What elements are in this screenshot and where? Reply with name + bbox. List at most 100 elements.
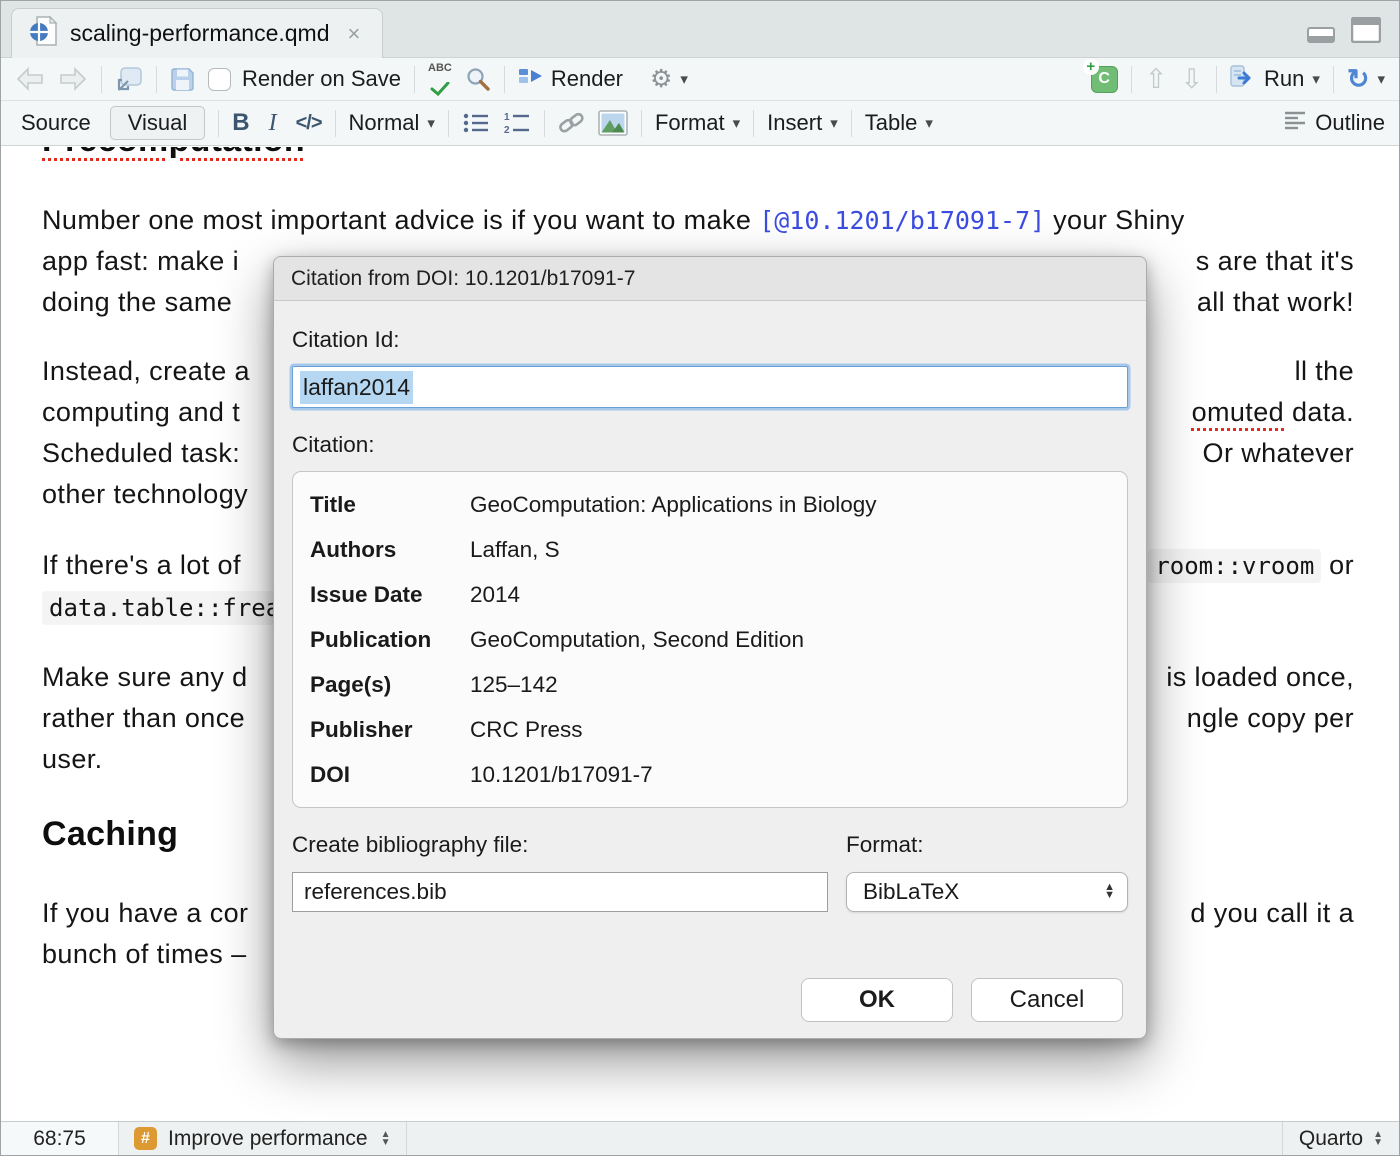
outline-toggle-button[interactable]: Outline	[1283, 110, 1385, 136]
visual-mode-button[interactable]: Visual	[110, 106, 206, 140]
tab-scaling-performance[interactable]: scaling-performance.qmd ×	[11, 8, 383, 58]
bibliography-file-label: Create bibliography file:	[292, 832, 828, 858]
plus-icon: +	[1083, 59, 1099, 75]
citation-id-input[interactable]: laffan2014	[292, 366, 1128, 408]
citation-label: Citation:	[292, 432, 1128, 458]
inline-code: data.table::fread	[42, 591, 302, 625]
maximize-icon[interactable]	[1351, 17, 1381, 48]
section-hash-icon: #	[134, 1127, 157, 1150]
bold-button[interactable]: B	[232, 109, 249, 137]
save-button[interactable]	[170, 67, 195, 92]
chevron-down-icon: ▾	[680, 70, 688, 88]
chevron-down-icon: ▾	[925, 114, 933, 132]
paragraph-line: data.table::fread	[42, 592, 302, 623]
toolbar-divider	[504, 66, 505, 93]
status-bar: 68:75 # Improve performance ▲▼ Quarto ▲▼	[1, 1121, 1399, 1155]
back-button[interactable]	[15, 66, 45, 92]
minimize-icon[interactable]	[1307, 27, 1335, 48]
main-toolbar: Render on Save ABC Render ⚙	[1, 58, 1399, 101]
toolbar-divider	[753, 110, 754, 137]
render-options-button[interactable]: ⚙ ▾	[650, 67, 688, 92]
source-mode-button[interactable]: Source	[15, 107, 97, 139]
citation-details-panel: Title GeoComputation: Applications in Bi…	[292, 471, 1128, 808]
outline-icon	[1283, 110, 1307, 136]
numbered-list-button[interactable]: 1 2	[503, 111, 531, 135]
toolbar-divider	[641, 110, 642, 137]
rerun-icon: ↻	[1347, 66, 1370, 93]
chevron-down-icon: ▾	[733, 114, 741, 132]
toolbar-divider	[544, 110, 545, 137]
quarto-file-icon	[28, 15, 58, 52]
table-menu[interactable]: Table ▾	[865, 110, 933, 136]
code-button[interactable]: </>	[296, 112, 322, 135]
editor-mode-selector[interactable]: Quarto ▲▼	[1282, 1122, 1399, 1155]
run-next-chunk-button[interactable]: ⇩	[1180, 66, 1203, 93]
heading-precomputation: Precomputation	[42, 147, 305, 160]
insert-chunk-button[interactable]: C +	[1091, 66, 1118, 93]
selected-text: laffan2014	[300, 371, 413, 404]
run-previous-chunks-button[interactable]: ⇧	[1145, 66, 1168, 93]
chevron-down-icon: ▾	[1377, 70, 1385, 88]
spellcheck-icon[interactable]: ABC	[428, 63, 452, 96]
forward-button[interactable]	[58, 66, 88, 92]
run-button[interactable]: Run ▾	[1230, 64, 1320, 94]
render-button[interactable]: Render	[518, 65, 623, 94]
bullet-list-button[interactable]	[462, 111, 490, 135]
dialog-title: Citation from DOI: 10.1201/b17091-7	[291, 267, 635, 291]
toolbar-divider	[1333, 66, 1334, 93]
format-label: Format:	[846, 832, 1128, 858]
inline-code: room::vroom	[1148, 549, 1321, 583]
heading-caching: Caching	[42, 815, 178, 854]
chevron-down-icon: ▾	[1312, 70, 1320, 88]
tab-close-icon[interactable]: ×	[348, 21, 361, 47]
svg-text:2: 2	[504, 125, 510, 135]
render-on-save-label: Render on Save	[242, 66, 401, 92]
paragraph-style-select[interactable]: Normal ▾	[349, 110, 435, 136]
toolbar-divider	[414, 66, 415, 93]
citation-field-row: Title GeoComputation: Applications in Bi…	[310, 482, 1110, 527]
up-down-arrows-icon: ▲▼	[381, 1131, 391, 1145]
format-menu[interactable]: Format ▾	[655, 110, 740, 136]
italic-button[interactable]: I	[269, 110, 277, 137]
citation-field-row: Publisher CRC Press	[310, 707, 1110, 752]
format-select[interactable]: BibLaTeX ▲▼	[846, 872, 1128, 912]
citation-link[interactable]: [@10.1201/b17091-7]	[759, 206, 1045, 235]
svg-text:1: 1	[504, 112, 510, 123]
section-label: Improve performance	[168, 1127, 368, 1151]
paragraph-line: other technology	[42, 479, 248, 510]
toolbar-divider	[851, 110, 852, 137]
section-selector[interactable]: # Improve performance ▲▼	[119, 1122, 407, 1155]
dialog-body: Citation Id: laffan2014 Citation: Title …	[274, 301, 1146, 1039]
chevron-down-icon: ▾	[830, 114, 838, 132]
toolbar-divider	[1216, 66, 1217, 93]
citation-field-row: Authors Laffan, S	[310, 527, 1110, 572]
rerun-button[interactable]: ↻ ▾	[1347, 66, 1385, 93]
bibliography-file-input[interactable]: references.bib	[292, 872, 828, 912]
insert-menu[interactable]: Insert ▾	[767, 110, 838, 136]
link-button[interactable]	[558, 111, 585, 136]
open-in-new-window-button[interactable]	[115, 66, 143, 92]
render-icon	[518, 65, 543, 94]
paragraph-line: user.	[42, 744, 103, 775]
up-down-arrows-icon: ▲▼	[1373, 1131, 1383, 1145]
tab-title: scaling-performance.qmd	[70, 20, 330, 47]
toolbar-divider	[218, 110, 219, 137]
status-bar-spacer	[407, 1122, 1282, 1155]
run-icon	[1230, 64, 1256, 94]
search-icon[interactable]	[465, 66, 491, 92]
chevron-down-icon: ▾	[427, 114, 435, 132]
citation-from-doi-dialog: Citation from DOI: 10.1201/b17091-7 Cita…	[273, 256, 1147, 1039]
rstudio-source-window: scaling-performance.qmd ×	[0, 0, 1400, 1156]
citation-field-row: Issue Date 2014	[310, 572, 1110, 617]
toolbar-divider	[156, 66, 157, 93]
render-on-save-checkbox[interactable]	[208, 68, 231, 91]
render-on-save-toggle[interactable]: Render on Save	[208, 66, 401, 92]
dialog-title-bar[interactable]: Citation from DOI: 10.1201/b17091-7	[274, 257, 1146, 301]
render-label: Render	[551, 66, 623, 92]
citation-field-row: Page(s) 125–142	[310, 662, 1110, 707]
cursor-position[interactable]: 68:75	[1, 1122, 119, 1155]
image-button[interactable]	[598, 110, 628, 136]
cancel-button[interactable]: Cancel	[971, 978, 1123, 1022]
ok-button[interactable]: OK	[801, 978, 953, 1022]
paragraph-line: Number one most important advice is if y…	[42, 205, 1185, 236]
